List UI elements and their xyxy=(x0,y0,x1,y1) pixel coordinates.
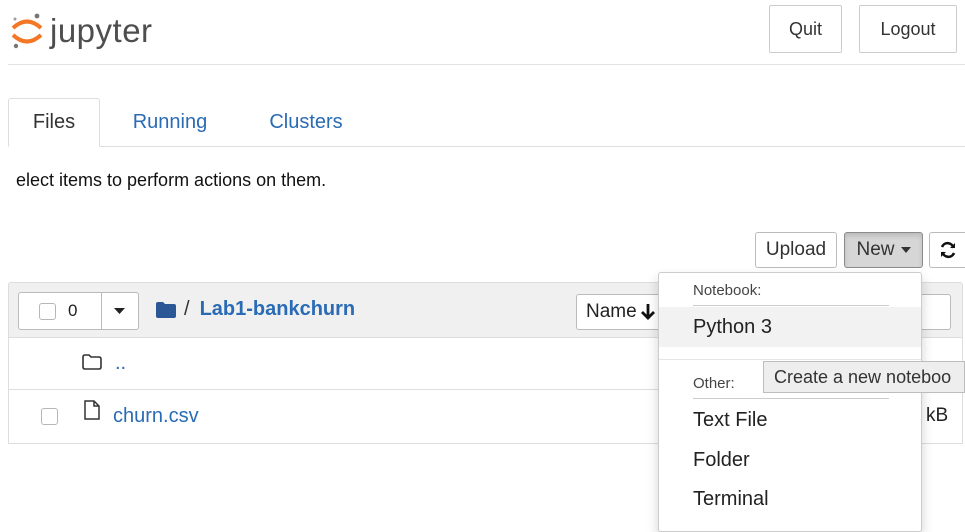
group-divider xyxy=(101,293,102,329)
instructions-text: elect items to perform actions on them. xyxy=(16,170,327,190)
folder-outline-icon xyxy=(82,354,102,370)
arrow-down-icon xyxy=(640,304,655,320)
caret-down-icon xyxy=(900,247,911,253)
other-section-header: Other: xyxy=(693,375,735,392)
upload-button[interactable]: Upload xyxy=(755,232,837,268)
file-size: kB xyxy=(926,405,949,426)
header-divider xyxy=(8,64,965,65)
quit-button[interactable]: Quit xyxy=(769,5,842,53)
new-dropdown-menu: Notebook: Python 3 Other: Text File Fold… xyxy=(658,272,922,532)
menu-divider xyxy=(659,359,921,360)
logo-text: jupyter xyxy=(50,12,153,49)
other-section-rule xyxy=(693,398,889,399)
tab-running[interactable]: Running xyxy=(120,98,220,147)
new-button[interactable]: New xyxy=(844,232,923,268)
header-right-control[interactable] xyxy=(918,294,951,330)
sort-by-name-button[interactable]: Name xyxy=(576,294,666,330)
refresh-icon xyxy=(939,241,957,259)
notebook-section-header: Notebook: xyxy=(693,282,762,299)
caret-down-icon[interactable] xyxy=(114,308,125,314)
tab-clusters[interactable]: Clusters xyxy=(254,98,358,147)
select-all-group[interactable]: 0 xyxy=(18,292,139,330)
sort-label: Name xyxy=(586,301,637,322)
breadcrumb-separator: / xyxy=(184,298,190,320)
row-checkbox[interactable] xyxy=(41,408,58,425)
file-link[interactable]: churn.csv xyxy=(113,405,199,428)
menu-item-terminal[interactable]: Terminal xyxy=(659,479,921,519)
breadcrumb-folder-link[interactable]: Lab1-bankchurn xyxy=(200,298,356,321)
tab-files[interactable]: Files xyxy=(8,98,100,147)
jupyter-logo[interactable]: jupyter xyxy=(10,8,153,54)
jupyter-logo-icon xyxy=(10,11,44,51)
new-button-label: New xyxy=(856,239,895,260)
parent-folder-link[interactable]: .. xyxy=(115,352,126,375)
menu-item-text-file[interactable]: Text File xyxy=(659,400,921,440)
notebook-section-rule xyxy=(693,305,889,306)
selected-count: 0 xyxy=(68,301,78,320)
select-all-checkbox[interactable] xyxy=(39,302,56,320)
menu-item-python3[interactable]: Python 3 xyxy=(659,307,921,347)
tooltip: Create a new noteboo xyxy=(763,361,965,393)
refresh-button[interactable] xyxy=(929,232,965,268)
menu-item-folder[interactable]: Folder xyxy=(659,440,921,480)
file-icon xyxy=(84,400,100,420)
breadcrumb: / Lab1-bankchurn xyxy=(156,298,355,321)
logout-button[interactable]: Logout xyxy=(859,5,957,53)
folder-icon[interactable] xyxy=(156,301,176,318)
